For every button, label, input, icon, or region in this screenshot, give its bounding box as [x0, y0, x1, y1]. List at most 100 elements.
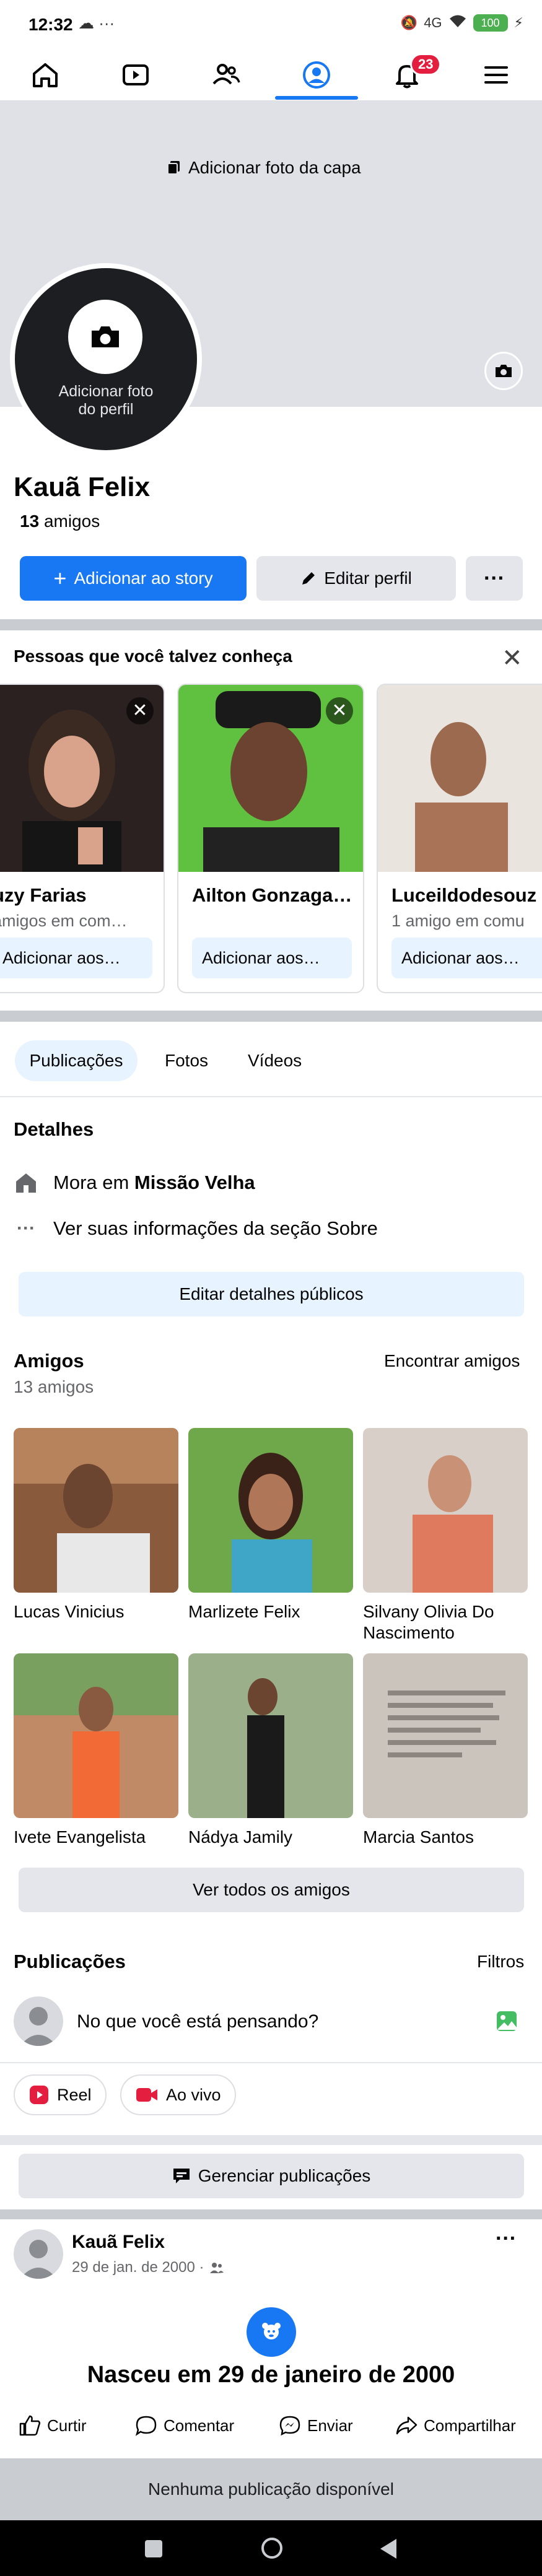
friends-title: Amigos: [14, 1350, 84, 1372]
friends-count-label: 13 amigos: [14, 1377, 94, 1396]
top-navigation: 23: [0, 50, 542, 100]
section-divider: [0, 1011, 542, 1022]
add-cover-photo-button[interactable]: Adicionar foto da capa: [167, 158, 361, 178]
live-video-icon: [136, 2088, 157, 2102]
composer-input[interactable]: No que você está pensando?: [77, 2011, 318, 2032]
video-icon[interactable]: [108, 50, 164, 100]
add-friend-button[interactable]: Adicionar aos…: [192, 938, 352, 978]
friend-item[interactable]: Silvany Olivia Do Nascimento: [363, 1428, 528, 1643]
profile-name: Kauã Felix: [14, 472, 151, 502]
edit-profile-button[interactable]: Editar perfil: [256, 556, 456, 601]
share-icon: [396, 2416, 417, 2435]
post-author[interactable]: Kauã Felix: [72, 2232, 165, 2253]
dismiss-icon[interactable]: ✕: [126, 697, 154, 724]
no-posts-banner: Nenhuma publicação disponível: [0, 2458, 542, 2520]
section-divider: [0, 2135, 542, 2145]
add-profile-photo-label: Adicionar foto do perfil: [58, 383, 154, 418]
photo-icon: [167, 161, 180, 175]
lives-in-row: Mora em Missão Velha: [14, 1170, 255, 1195]
comment-button[interactable]: Comentar: [135, 2415, 234, 2436]
friend-item[interactable]: Ivete Evangelista: [14, 1653, 178, 1848]
profile-icon[interactable]: [289, 50, 344, 100]
home-icon: [16, 1173, 36, 1193]
section-divider: [0, 619, 542, 630]
reel-icon: [30, 2086, 48, 2104]
live-button[interactable]: Ao vivo: [120, 2074, 236, 2115]
pymk-card[interactable]: ✕ Luceildodesouz 1 amigo em comu Adicion…: [377, 684, 542, 993]
user-silhouette-icon: [20, 2007, 57, 2046]
post-options-icon[interactable]: ···: [496, 2227, 517, 2251]
pymk-card[interactable]: ✕ Ailton Gonzaga… Adicionar aos…: [177, 684, 364, 993]
notifications-badge: 23: [410, 53, 442, 76]
friend-photo: [363, 1428, 528, 1593]
post-avatar[interactable]: [14, 2229, 63, 2279]
recents-button[interactable]: [145, 2540, 162, 2557]
comment-icon: [135, 2416, 157, 2436]
friend-item[interactable]: Nádya Jamily: [188, 1653, 353, 1848]
life-event-headline: Nasceu em 29 de janeiro de 2000: [87, 2362, 455, 2388]
system-navigation-bar: [0, 2520, 542, 2576]
avatar-camera-icon[interactable]: [68, 300, 142, 374]
close-icon[interactable]: ✕: [502, 644, 523, 672]
add-friend-button[interactable]: Adicionar aos…: [391, 938, 542, 978]
person-photo: [378, 685, 542, 872]
see-all-friends-button[interactable]: Ver todos os amigos: [19, 1868, 524, 1912]
manage-posts-button[interactable]: Gerenciar publicações: [19, 2154, 524, 2198]
tab-posts[interactable]: Publicações: [15, 1040, 138, 1081]
camera-icon: [496, 365, 512, 377]
charging-icon: ⚡: [514, 15, 523, 30]
more-options-button[interactable]: ···: [466, 556, 523, 601]
pencil-icon: [302, 572, 315, 585]
composer-avatar: [14, 1996, 63, 2046]
tab-videos[interactable]: Vídeos: [248, 1040, 302, 1081]
friend-photo: [14, 1653, 178, 1818]
plus-icon: +: [53, 565, 67, 591]
profile-friends-count[interactable]: 13 amigos: [20, 511, 100, 531]
wifi-icon: [448, 14, 467, 32]
menu-icon[interactable]: [468, 50, 524, 100]
find-friends-link[interactable]: Encontrar amigos: [384, 1351, 520, 1371]
like-button[interactable]: Curtir: [19, 2415, 87, 2436]
cover-camera-button[interactable]: [484, 352, 523, 390]
more-dots-icon: ···: [17, 1218, 35, 1238]
friend-photo: [363, 1653, 528, 1818]
send-button[interactable]: Enviar: [279, 2415, 353, 2436]
friends-audience-icon: [209, 2263, 224, 2273]
composer-divider: [0, 2062, 542, 2063]
battery-icon: 100: [473, 14, 508, 32]
thumbs-up-icon: [19, 2415, 41, 2436]
post-meta: 29 de jan. de 2000 ·: [72, 2259, 224, 2276]
life-event-icon: [247, 2307, 296, 2357]
friend-item[interactable]: Marcia Santos: [363, 1653, 528, 1848]
filters-link[interactable]: Filtros: [477, 1952, 524, 1972]
home-icon[interactable]: [17, 50, 73, 100]
reel-button[interactable]: Reel: [14, 2074, 107, 2115]
friend-photo: [14, 1428, 178, 1593]
share-button[interactable]: Compartilhar: [395, 2415, 516, 2436]
system-icons: 🔕 4G 100 ⚡: [401, 14, 523, 32]
friend-photo: [188, 1653, 353, 1818]
dismiss-icon[interactable]: ✕: [326, 697, 353, 724]
home-button[interactable]: [261, 2538, 282, 2559]
status-bar: 12:32 ☁ ··· 🔕 4G 100 ⚡: [0, 0, 542, 50]
clock: 12:32: [28, 15, 73, 34]
friend-photo: [188, 1428, 353, 1593]
edit-public-details-button[interactable]: Editar detalhes públicos: [19, 1272, 524, 1316]
pymk-card[interactable]: ✕ uzy Farias amigos em com… Adicionar ao…: [0, 684, 165, 993]
network-label: 4G: [424, 15, 442, 30]
photo-upload-icon[interactable]: [496, 2010, 518, 2035]
baby-icon: [262, 2323, 281, 2339]
message-square-icon: [173, 2169, 190, 2183]
friend-item[interactable]: Marlizete Felix: [188, 1428, 353, 1622]
add-cover-label: Adicionar foto da capa: [188, 158, 361, 177]
add-to-story-button[interactable]: + Adicionar ao story: [20, 556, 247, 601]
notification-icons: ☁ ···: [78, 14, 115, 32]
back-button[interactable]: [380, 2539, 396, 2559]
user-silhouette-icon: [20, 2240, 57, 2279]
friends-icon[interactable]: [198, 50, 254, 100]
tab-photos[interactable]: Fotos: [165, 1040, 208, 1081]
add-friend-button[interactable]: Adicionar aos…: [0, 938, 152, 978]
friend-item[interactable]: Lucas Vinicius: [14, 1428, 178, 1622]
notifications-icon[interactable]: 23: [379, 50, 442, 100]
about-link[interactable]: ··· Ver suas informações da seção Sobre: [14, 1217, 378, 1240]
